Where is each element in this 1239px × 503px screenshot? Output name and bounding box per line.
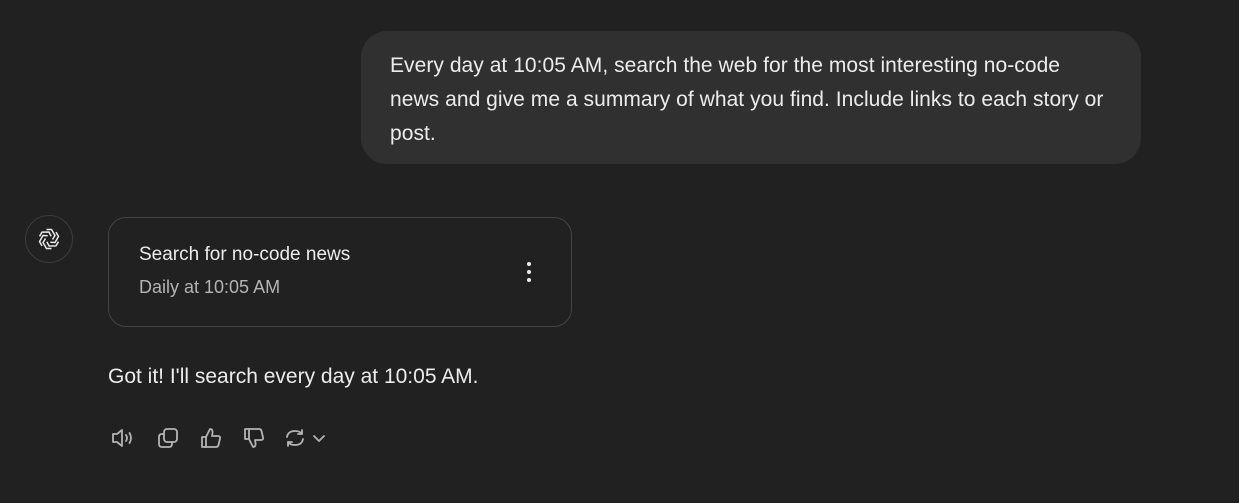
switch-model-button[interactable] bbox=[306, 424, 332, 452]
assistant-avatar bbox=[25, 215, 73, 263]
chevron-down-icon bbox=[311, 430, 327, 446]
copy-icon bbox=[156, 426, 180, 450]
scheduled-task-card[interactable]: Search for no-code news Daily at 10:05 A… bbox=[108, 217, 572, 327]
bad-response-button[interactable] bbox=[239, 424, 269, 452]
assistant-reply-text: Got it! I'll search every day at 10:05 A… bbox=[108, 365, 479, 388]
thumbs-down-icon bbox=[242, 426, 266, 450]
task-options-button[interactable] bbox=[515, 258, 543, 286]
task-title: Search for no-code news bbox=[139, 244, 351, 265]
user-message-text: Every day at 10:05 AM, search the web fo… bbox=[390, 54, 1104, 145]
copy-button[interactable] bbox=[153, 424, 183, 452]
user-message-bubble: Every day at 10:05 AM, search the web fo… bbox=[361, 31, 1141, 164]
good-response-button[interactable] bbox=[196, 424, 226, 452]
thumbs-up-icon bbox=[199, 426, 223, 450]
more-vertical-icon bbox=[526, 261, 532, 283]
refresh-icon bbox=[283, 426, 307, 450]
chat-thread: Every day at 10:05 AM, search the web fo… bbox=[0, 0, 1239, 503]
task-schedule: Daily at 10:05 AM bbox=[139, 277, 281, 297]
openai-logo-icon bbox=[36, 226, 62, 252]
speaker-icon bbox=[110, 427, 136, 449]
read-aloud-button[interactable] bbox=[108, 424, 138, 452]
